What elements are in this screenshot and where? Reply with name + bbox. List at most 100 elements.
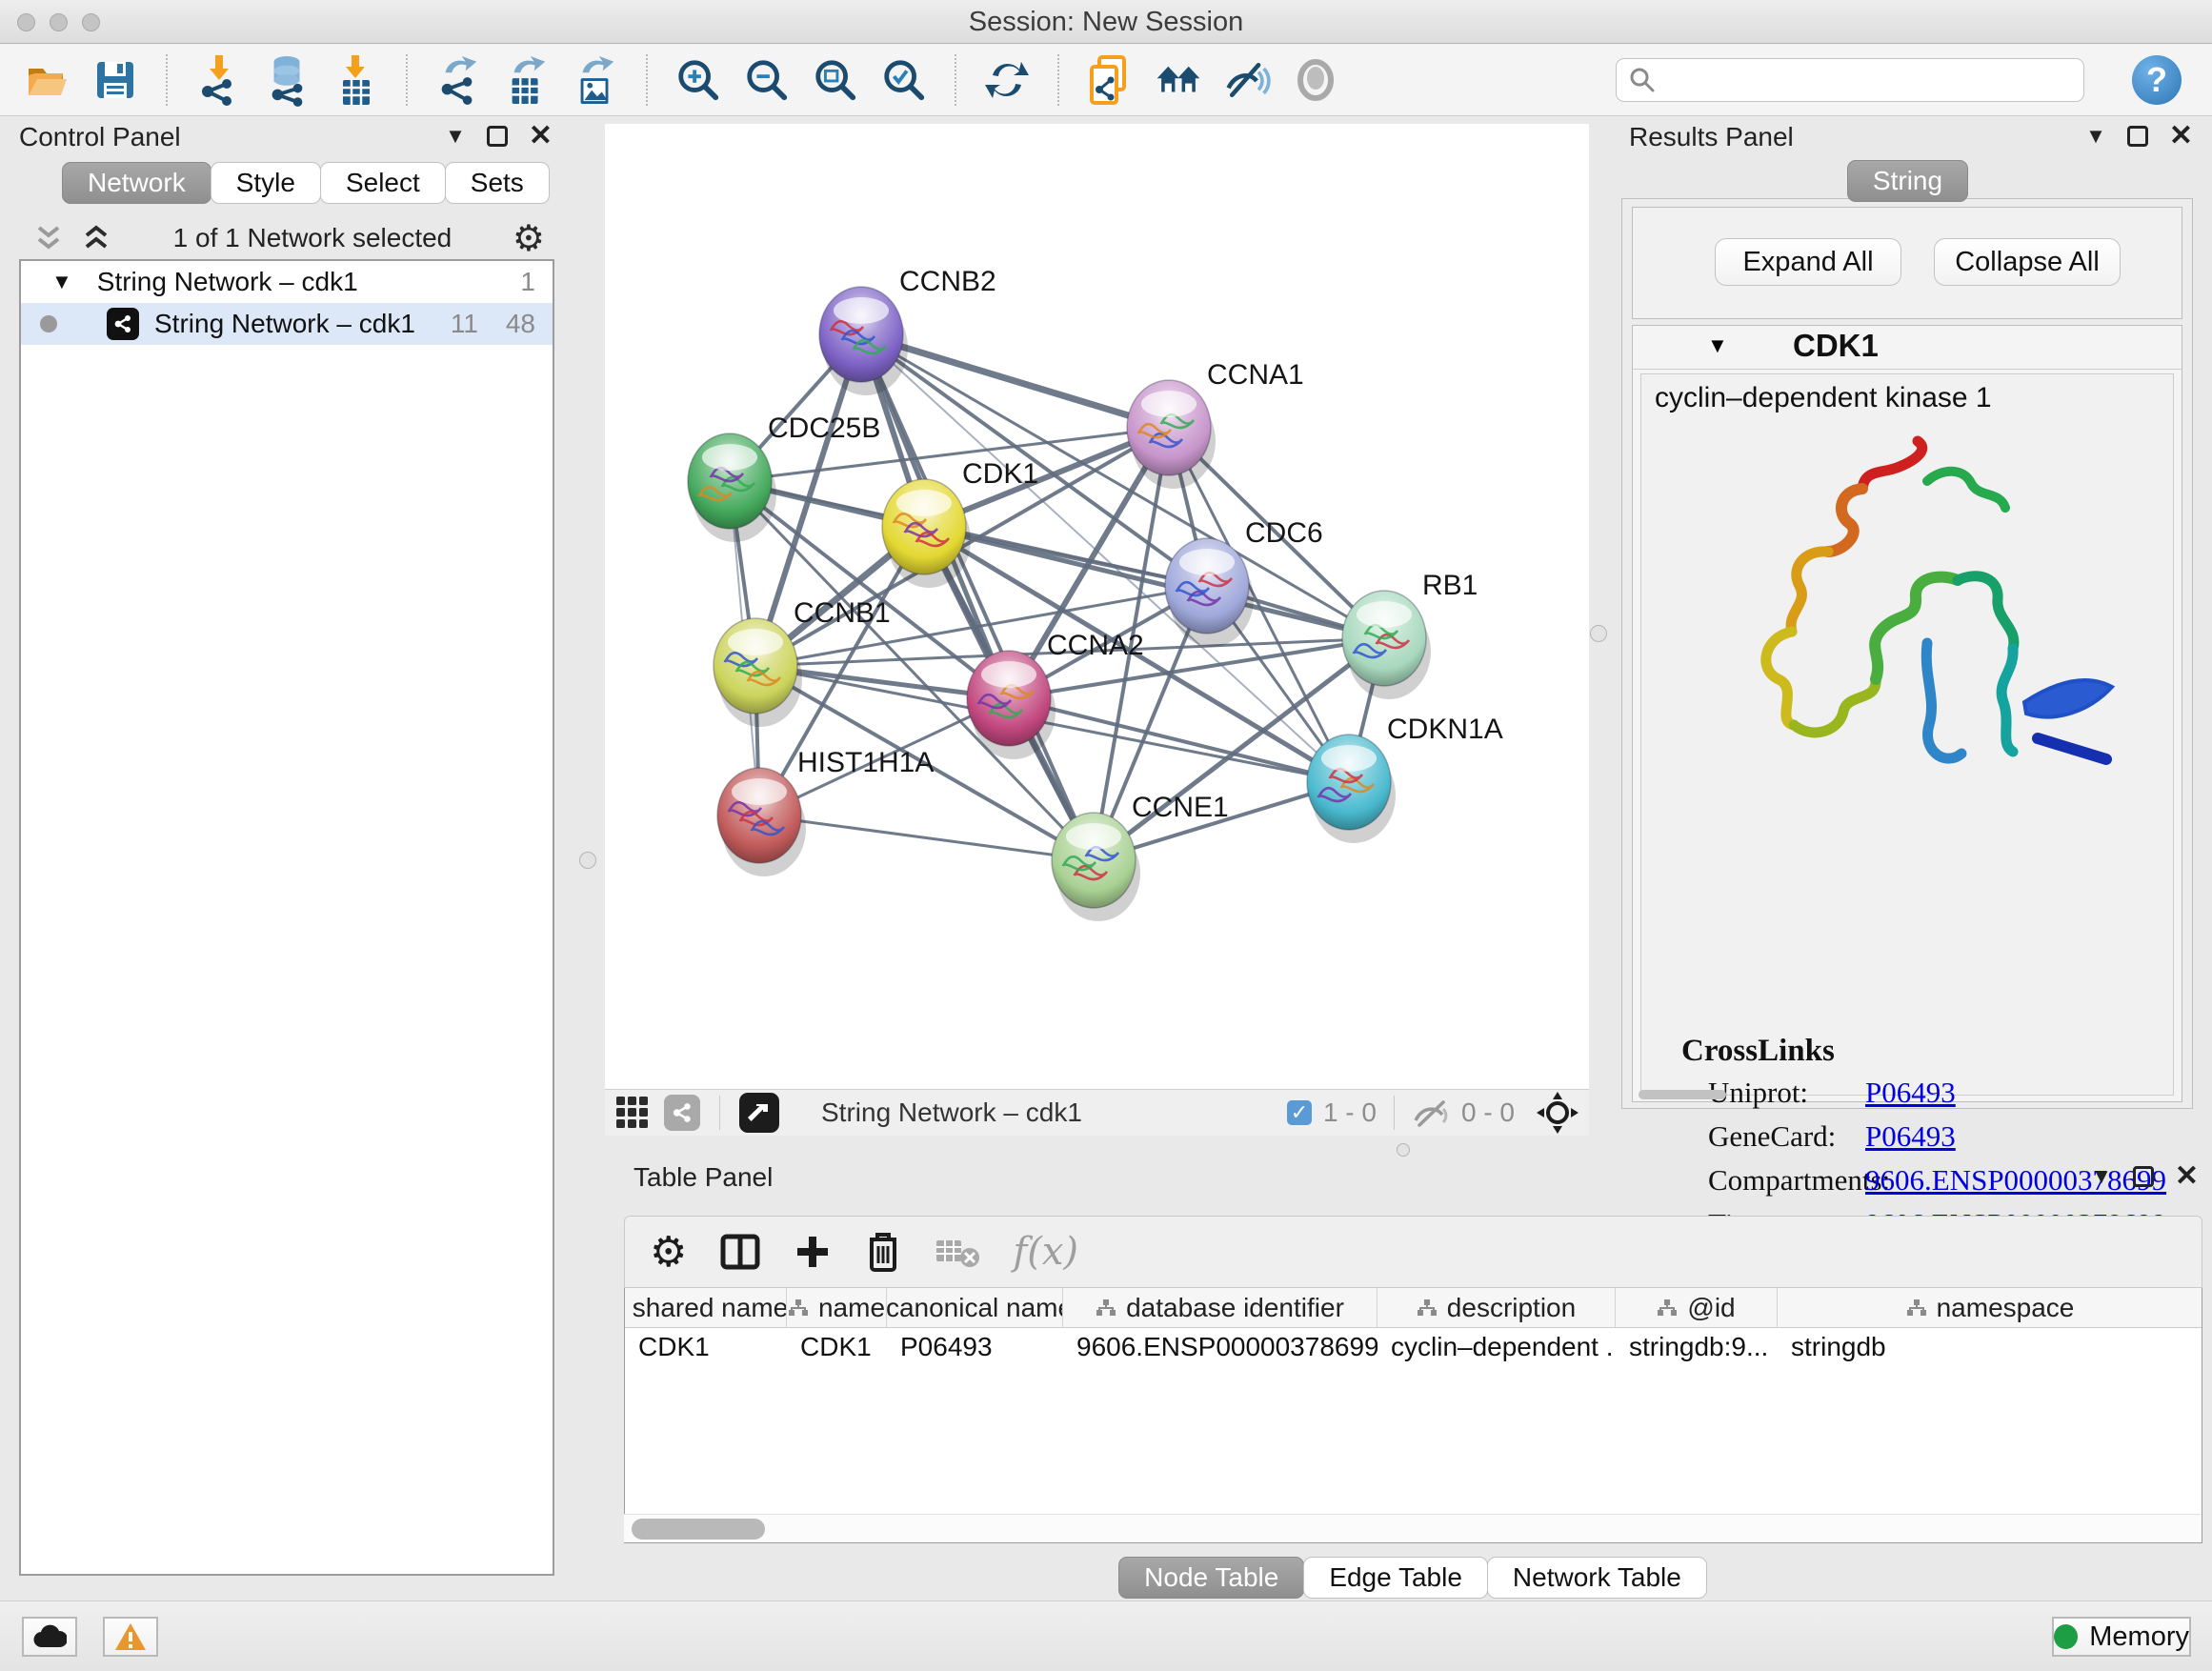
table-toolbar: ⚙ f(x) <box>624 1216 2202 1288</box>
network-canvas[interactable]: CCNB2CCNA1CDC25BCDK1CDC6RB1CCNB1CCNA2CDK… <box>605 124 1589 1089</box>
export-network-icon[interactable] <box>434 54 482 106</box>
node-CCNE1[interactable]: CCNE1 <box>1052 792 1229 921</box>
column-header-name[interactable]: name <box>787 1288 887 1327</box>
gene-symbol: CDK1 <box>1793 328 1879 364</box>
control-panel-float-button[interactable] <box>487 126 508 147</box>
expand-all-button[interactable]: Expand All <box>1715 238 1901 286</box>
table-panel-float-button[interactable] <box>2133 1166 2154 1187</box>
results-panel-close-button[interactable]: ✕ <box>2169 126 2193 147</box>
tab-network-table[interactable]: Network Table <box>1487 1557 1707 1599</box>
table-panel-menu-caret[interactable]: ▼ <box>2091 1164 2112 1189</box>
hide-unhide-icon[interactable] <box>1223 54 1271 106</box>
apply-layout-icon[interactable] <box>983 54 1031 106</box>
network-row-selected[interactable]: String Network – cdk1 11 48 <box>21 303 553 345</box>
node-CDKN1A[interactable]: CDKN1A <box>1307 714 1503 843</box>
collapse-all-button[interactable]: Collapse All <box>1934 238 2121 286</box>
delete-column-icon[interactable] <box>864 1230 902 1274</box>
expand-all-icon[interactable] <box>80 224 112 252</box>
help-icon[interactable]: ? <box>2132 55 2182 105</box>
fit-content-crosshair-icon[interactable] <box>1536 1091 1579 1135</box>
tab-sets[interactable]: Sets <box>445 162 550 204</box>
grid-view-icon[interactable] <box>614 1095 651 1131</box>
tab-node-table[interactable]: Node Table <box>1118 1557 1304 1599</box>
import-network-icon[interactable] <box>194 54 242 106</box>
network-icon <box>107 308 139 340</box>
node-CCNA1[interactable]: CCNA1 <box>1127 359 1304 489</box>
cloud-button[interactable] <box>22 1617 77 1657</box>
network-graph[interactable]: CCNB2CCNA1CDC25BCDK1CDC6RB1CCNB1CCNA2CDK… <box>605 124 1589 1089</box>
tab-string[interactable]: String <box>1847 160 1968 202</box>
import-database-icon[interactable] <box>263 54 311 106</box>
zoom-selected-icon[interactable] <box>880 54 928 106</box>
window-close-button[interactable] <box>17 13 35 31</box>
column-header--id[interactable]: @id <box>1616 1288 1778 1327</box>
table-header-row: shared namenamecanonical namedatabase id… <box>625 1288 2202 1328</box>
clone-network-icon[interactable] <box>1086 54 1134 106</box>
network-collection-row[interactable]: ▼ String Network – cdk1 1 <box>21 261 553 303</box>
network-list: ▼ String Network – cdk1 1 String Network… <box>19 259 554 1576</box>
results-panel-float-button[interactable] <box>2127 126 2148 147</box>
birdseye-view-icon[interactable] <box>739 1093 779 1133</box>
selected-checkbox-icon[interactable]: ✓ <box>1287 1100 1312 1125</box>
table-body: CDK1CDK1P064939606.ENSP00000378699cyclin… <box>625 1328 2202 1368</box>
memory-button[interactable]: Memory <box>2052 1617 2191 1657</box>
column-header-shared-name[interactable]: shared name <box>625 1288 787 1327</box>
results-panel-menu-caret[interactable]: ▼ <box>2085 124 2106 149</box>
node-HIST1H1A[interactable]: HIST1H1A <box>717 747 934 876</box>
node-CDC6[interactable]: CDC6 <box>1165 517 1323 647</box>
open-session-icon[interactable] <box>23 54 70 106</box>
tab-edge-table[interactable]: Edge Table <box>1303 1557 1488 1599</box>
zoom-in-icon[interactable] <box>674 54 722 106</box>
selected-counts: 1 - 0 <box>1323 1097 1377 1128</box>
gene-section-header[interactable]: ▼ CDK1 <box>1633 326 2182 370</box>
collection-expand-caret[interactable]: ▼ <box>51 270 72 294</box>
network-view-icon[interactable] <box>664 1095 700 1131</box>
import-table-icon[interactable] <box>332 54 379 106</box>
save-session-icon[interactable] <box>91 54 139 106</box>
results-hscroll-thumb[interactable] <box>1639 1090 1726 1099</box>
cloud-icon <box>32 1624 67 1649</box>
table-hscroll-thumb[interactable] <box>632 1519 765 1540</box>
toolbar-separator <box>1057 54 1059 106</box>
window-title: Session: New Session <box>0 0 2212 44</box>
splitter-handle[interactable] <box>1397 1143 1410 1157</box>
network-status-dot <box>40 315 57 332</box>
export-table-icon[interactable] <box>503 54 551 106</box>
warning-button[interactable] <box>103 1617 158 1657</box>
export-image-icon[interactable] <box>572 54 619 106</box>
zoom-fit-icon[interactable] <box>812 54 859 106</box>
memory-label: Memory <box>2089 1621 2189 1653</box>
add-column-icon[interactable] <box>794 1233 832 1271</box>
column-header-database-identifier[interactable]: database identifier <box>1063 1288 1377 1327</box>
edge-CCNE1-HIST1H1A[interactable] <box>759 815 1094 860</box>
show-columns-icon[interactable] <box>719 1231 761 1273</box>
control-panel-close-button[interactable]: ✕ <box>529 126 553 147</box>
table-settings-gear-icon[interactable]: ⚙ <box>650 1228 687 1277</box>
column-header-canonical-name[interactable]: canonical name <box>887 1288 1063 1327</box>
table-hscrollbar <box>624 1514 2201 1542</box>
network-options-gear-icon[interactable]: ⚙ <box>513 217 545 260</box>
crosslink-link[interactable]: P06493 <box>1865 1119 1956 1154</box>
search-box[interactable] <box>1616 58 2084 102</box>
tab-select[interactable]: Select <box>320 162 446 204</box>
node-CCNA2[interactable]: CCNA2 <box>967 630 1144 759</box>
network-home-icon[interactable] <box>1155 54 1202 106</box>
collapse-all-icon[interactable] <box>32 224 65 252</box>
splitter-handle[interactable] <box>1590 625 1607 642</box>
window-minimize-button[interactable] <box>50 13 68 31</box>
search-input[interactable] <box>1657 65 2072 94</box>
table-panel-close-button[interactable]: ✕ <box>2175 1166 2199 1187</box>
table-row[interactable]: CDK1CDK1P064939606.ENSP00000378699cyclin… <box>625 1328 2202 1368</box>
column-header-description[interactable]: description <box>1377 1288 1616 1327</box>
gene-expand-caret[interactable]: ▼ <box>1707 333 1728 358</box>
crosslink-link[interactable]: P06493 <box>1865 1076 1956 1110</box>
tab-style[interactable]: Style <box>211 162 321 204</box>
node-RB1[interactable]: RB1 <box>1342 570 1478 699</box>
window-zoom-button[interactable] <box>82 13 100 31</box>
column-header-namespace[interactable]: namespace <box>1778 1288 2202 1327</box>
control-panel-menu-caret[interactable]: ▼ <box>445 124 466 149</box>
splitter-handle[interactable] <box>579 852 596 869</box>
edge-CCNB2-CCNE1[interactable] <box>861 334 1094 860</box>
zoom-out-icon[interactable] <box>743 54 791 106</box>
tab-network[interactable]: Network <box>62 162 211 204</box>
